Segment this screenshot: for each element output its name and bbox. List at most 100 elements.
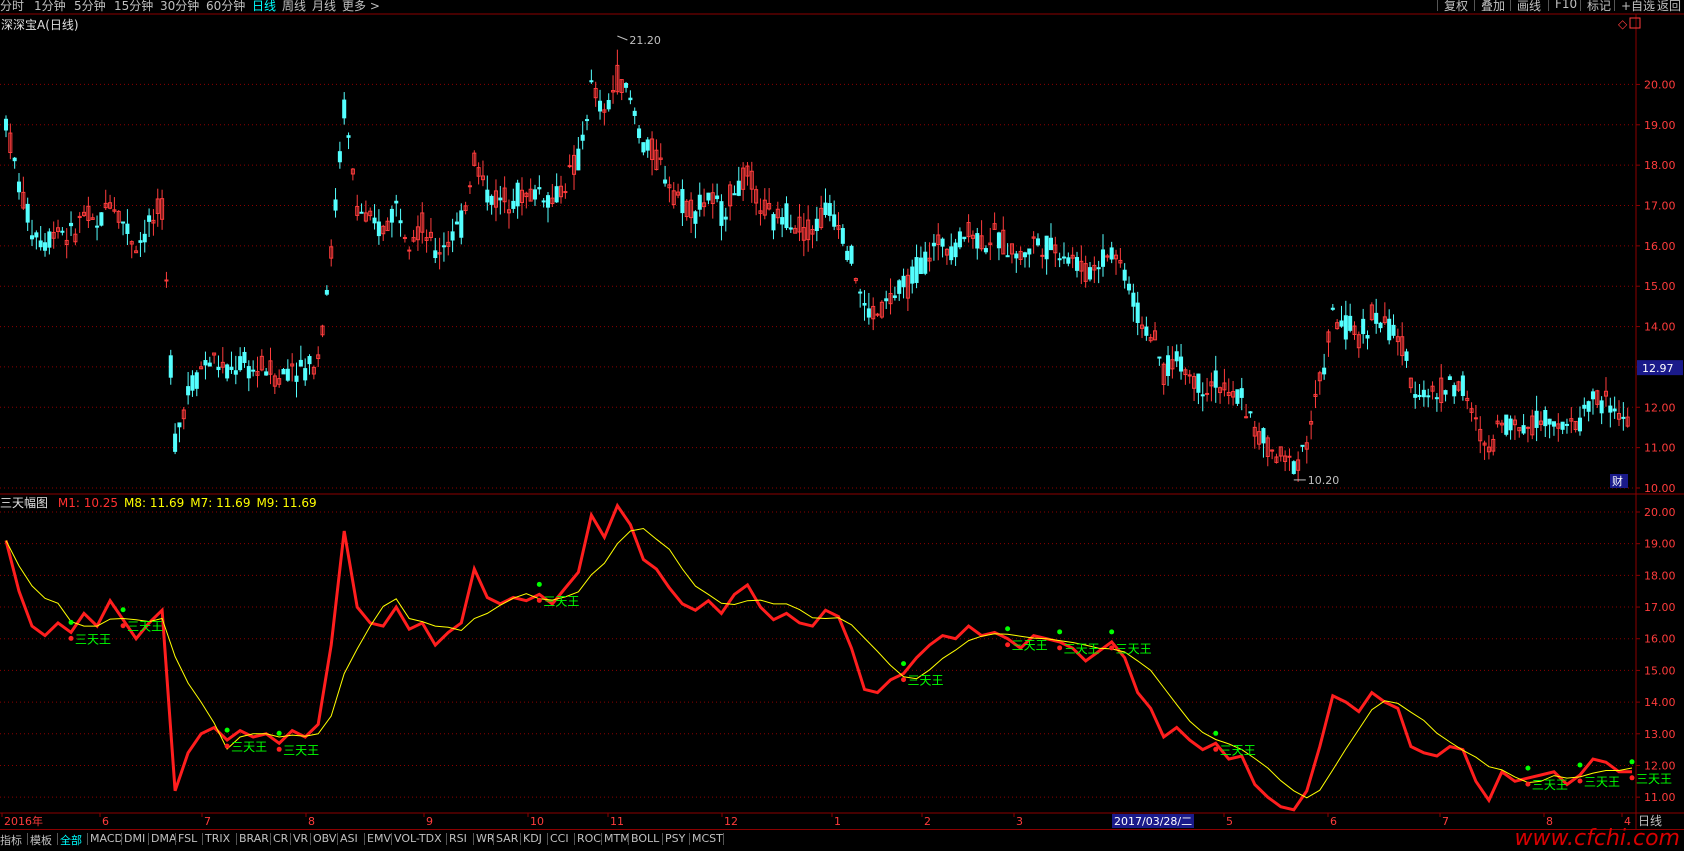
candle-body xyxy=(1551,421,1556,427)
candle-body xyxy=(95,225,100,228)
candle-body xyxy=(1157,356,1162,359)
tab-separator xyxy=(57,833,58,845)
candle-body xyxy=(1174,351,1179,362)
price-tick-label: 10.00 xyxy=(1644,482,1676,495)
candle-body xyxy=(1387,318,1392,341)
indicator-tab-cr[interactable]: CR xyxy=(273,832,288,845)
indicator-tab-mcst[interactable]: MCST xyxy=(692,832,723,845)
indicator-tab-指标[interactable]: 指标 xyxy=(0,832,22,848)
candle-body xyxy=(1534,410,1539,428)
tab-separator xyxy=(87,833,88,845)
candle-body xyxy=(598,100,603,112)
candle-body xyxy=(1235,389,1240,404)
indicator-tab-fsl[interactable]: FSL xyxy=(178,832,197,845)
candle-body xyxy=(823,202,828,216)
signal-dot-down xyxy=(536,597,542,603)
candle-body xyxy=(1339,320,1344,327)
candle-body xyxy=(1348,315,1353,331)
candle-body xyxy=(576,148,581,171)
candle-body xyxy=(402,237,407,240)
indicator-tab-sar[interactable]: SAR xyxy=(496,832,518,845)
candle-body xyxy=(186,386,191,396)
indicator-tab-macd[interactable]: MACD xyxy=(90,832,123,845)
indicator-tab-psy[interactable]: PSY xyxy=(665,832,685,845)
candle-body xyxy=(1261,428,1266,444)
indicator-tab-trix[interactable]: TRIX xyxy=(205,832,230,845)
candle-body xyxy=(12,157,17,162)
indicator-tab-asi[interactable]: ASI xyxy=(340,832,358,845)
candle-body xyxy=(125,223,130,234)
indicator-tab-mtm[interactable]: MTM xyxy=(604,832,630,845)
indicator-value-1: M8: 11.69 xyxy=(124,496,185,510)
candle-body xyxy=(389,208,394,223)
candle-body xyxy=(1322,367,1327,375)
candle-body xyxy=(1205,392,1210,395)
price-tick-label: 16.00 xyxy=(1644,240,1676,253)
candle-body xyxy=(637,128,642,139)
indicator-tab-kdj[interactable]: KDJ xyxy=(523,832,542,845)
candle-body xyxy=(485,189,490,203)
candle-body xyxy=(1612,408,1617,412)
candle-body xyxy=(1404,351,1409,361)
candle-body xyxy=(29,235,35,240)
candle-body xyxy=(1608,405,1613,413)
candle-body xyxy=(1196,373,1201,393)
signal-dot-up xyxy=(276,730,282,736)
indicator-tab-dma[interactable]: DMA xyxy=(151,832,177,845)
price-tick-label: 14.00 xyxy=(1644,321,1676,334)
signal-label: 三天王 xyxy=(543,594,579,608)
indicator-tab-roc[interactable]: ROC xyxy=(577,832,601,845)
candle-body xyxy=(780,217,785,225)
candle-body xyxy=(60,230,65,233)
indicator-tick-label: 14.00 xyxy=(1644,696,1676,709)
indicator-tab-boll[interactable]: BOLL xyxy=(631,832,659,845)
candle-body xyxy=(242,351,247,363)
low-price-label: 10.20 xyxy=(1308,474,1340,487)
maximize-icon[interactable] xyxy=(1629,17,1641,29)
signal-label: 三天王 xyxy=(127,620,163,634)
indicator-tab-rsi[interactable]: RSI xyxy=(449,832,467,845)
candle-body xyxy=(962,236,967,240)
price-tick-label: 15.00 xyxy=(1644,280,1676,293)
signal-dot-down xyxy=(224,743,230,749)
candle-body xyxy=(1521,425,1526,434)
indicator-tab-brar[interactable]: BRAR xyxy=(239,832,269,845)
candle-body xyxy=(1621,416,1626,419)
candle-body xyxy=(589,80,594,83)
signal-label: 三天王 xyxy=(1532,778,1568,792)
indicator-tab-emv[interactable]: EMV xyxy=(367,832,391,845)
indicator-tab-vol-tdx[interactable]: VOL-TDX xyxy=(394,832,442,845)
candle-body xyxy=(346,135,351,138)
indicator-tab-wr[interactable]: WR xyxy=(476,832,495,845)
signal-dot-down xyxy=(1213,746,1219,752)
signal-label: 三天王 xyxy=(1012,639,1048,653)
tab-separator xyxy=(391,833,392,845)
candle-body xyxy=(931,242,936,247)
signal-dot-down xyxy=(901,677,907,683)
candle-body xyxy=(1144,326,1149,336)
indicator-tick-label: 19.00 xyxy=(1644,538,1676,551)
signal-dot-down xyxy=(1057,645,1063,651)
candle-body xyxy=(1586,401,1591,412)
kline-chart[interactable]: 20.00 19.00 18.00 17.00 16.00 15.00 14.00 13.00… xyxy=(0,0,1684,847)
indicator-tab-vr[interactable]: VR xyxy=(293,832,308,845)
indicator-tick-label: 18.00 xyxy=(1644,569,1676,582)
tab-separator xyxy=(337,833,338,845)
candle-body xyxy=(1426,395,1431,398)
candle-body xyxy=(1135,302,1140,324)
price-tick-label: 12.00 xyxy=(1644,401,1676,414)
indicator-tab-cci[interactable]: CCI xyxy=(550,832,569,845)
candle-body xyxy=(47,231,52,248)
indicator-ma-line xyxy=(5,527,1633,799)
indicator-tab-dmi[interactable]: DMI xyxy=(124,832,145,845)
indicator-tab-模板[interactable]: 模板 xyxy=(30,832,52,848)
candle-body xyxy=(1582,404,1587,409)
candle-body xyxy=(1061,256,1067,259)
candle-body xyxy=(38,240,43,248)
indicator-tab-obv[interactable]: OBV xyxy=(313,832,336,845)
indicator-tab-全部[interactable]: 全部 xyxy=(60,832,82,848)
watermark: www.cfchi.com xyxy=(1514,826,1680,851)
candle-body xyxy=(233,370,238,375)
candle-body xyxy=(1040,254,1045,257)
indicator-tab-bar: 指标 模板 全部 MACD DMI DMA FSL TRIX BRAR CR VR OBV ASI EMV… xyxy=(0,829,1684,848)
